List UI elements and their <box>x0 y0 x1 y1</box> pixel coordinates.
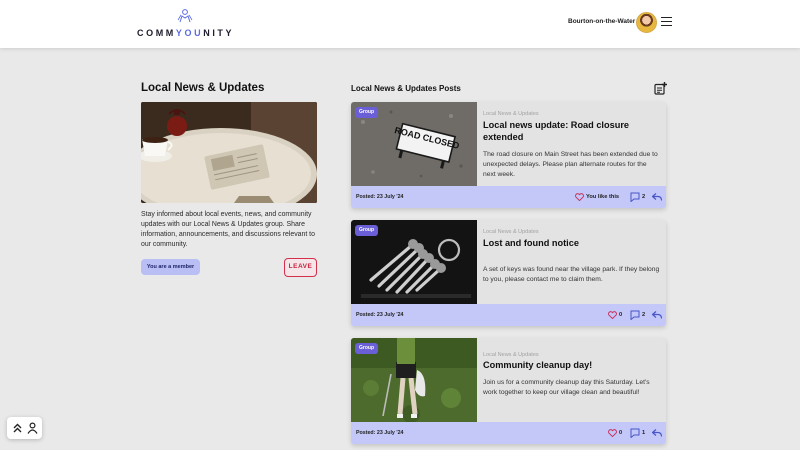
logo-icon <box>177 9 193 23</box>
reply-icon[interactable] <box>652 193 662 201</box>
logo-text: COMMYOUNITY <box>137 28 234 38</box>
group-image <box>141 102 317 203</box>
leave-group-button[interactable]: LEAVE <box>284 258 317 277</box>
menu-icon[interactable] <box>661 17 672 26</box>
comment-count: 2 <box>642 194 646 200</box>
post-date: Posted: 23 July '24 <box>356 312 404 318</box>
logo-text-prefix: COMM <box>137 28 176 38</box>
logo[interactable]: COMMYOUNITY <box>137 8 237 38</box>
post-title[interactable]: Local news update: Road closure extended <box>483 120 661 144</box>
heart-icon[interactable] <box>575 193 584 201</box>
group-badge: Group <box>355 225 378 236</box>
post-footer: Posted: 23 July '24 0 2 <box>351 304 666 326</box>
posts-section-title: Local News & Updates Posts <box>351 84 461 93</box>
post-title[interactable]: Lost and found notice <box>483 238 661 250</box>
chevrons-up-icon[interactable] <box>12 422 23 434</box>
top-bar: COMMYOUNITY Bourton-on-the-Water <box>0 0 800 48</box>
post-footer: Posted: 23 July '24 0 1 <box>351 422 666 444</box>
logo-text-accent: YOU <box>175 28 204 38</box>
group-image-illustration <box>141 102 317 203</box>
group-description: Stay informed about local events, news, … <box>141 211 315 248</box>
like-count: 0 <box>619 430 623 436</box>
comment-count: 1 <box>642 430 646 436</box>
post-group-name[interactable]: Local News & Updates <box>483 229 539 235</box>
group-badge: Group <box>355 343 378 354</box>
post-card[interactable]: Group Local News & Updates Community cle… <box>351 338 666 444</box>
post-text: The road closure on Main Street has been… <box>483 151 658 179</box>
post-title[interactable]: Community cleanup day! <box>483 360 661 372</box>
post-text: Join us for a community cleanup day this… <box>483 379 650 397</box>
comment-count: 2 <box>642 312 646 318</box>
post-image: Group <box>351 220 477 304</box>
logo-text-suffix: NITY <box>203 28 235 38</box>
post-image: Group <box>351 338 477 422</box>
like-status: You like this <box>586 194 620 200</box>
post-image: ROAD CLOSED Group <box>351 102 477 186</box>
post-footer: Posted: 23 July '24 You like this 2 <box>351 186 666 208</box>
group-badge: Group <box>355 107 378 118</box>
new-post-icon[interactable] <box>654 82 667 95</box>
reply-icon[interactable] <box>652 311 662 319</box>
post-date: Posted: 23 July '24 <box>356 430 404 436</box>
post-card[interactable]: Group Local News & Updates Lost and foun… <box>351 220 666 326</box>
comment-icon[interactable] <box>630 192 640 202</box>
member-status-badge: You are a member <box>141 259 200 275</box>
avatar[interactable] <box>636 12 657 33</box>
floating-widget <box>7 417 42 439</box>
reply-icon[interactable] <box>652 429 662 437</box>
comment-icon[interactable] <box>630 310 640 320</box>
heart-icon[interactable] <box>608 429 617 437</box>
heart-icon[interactable] <box>608 311 617 319</box>
post-group-name[interactable]: Local News & Updates <box>483 111 539 117</box>
location-label[interactable]: Bourton-on-the-Water <box>568 18 635 25</box>
group-title: Local News & Updates <box>141 82 265 94</box>
post-group-name[interactable]: Local News & Updates <box>483 352 539 358</box>
post-date: Posted: 23 July '24 <box>356 194 404 200</box>
user-icon[interactable] <box>27 422 38 434</box>
post-text: A set of keys was found near the village… <box>483 266 660 284</box>
post-card[interactable]: ROAD CLOSED Group Local News & Updates L… <box>351 102 666 208</box>
comment-icon[interactable] <box>630 428 640 438</box>
like-count: 0 <box>619 312 623 318</box>
